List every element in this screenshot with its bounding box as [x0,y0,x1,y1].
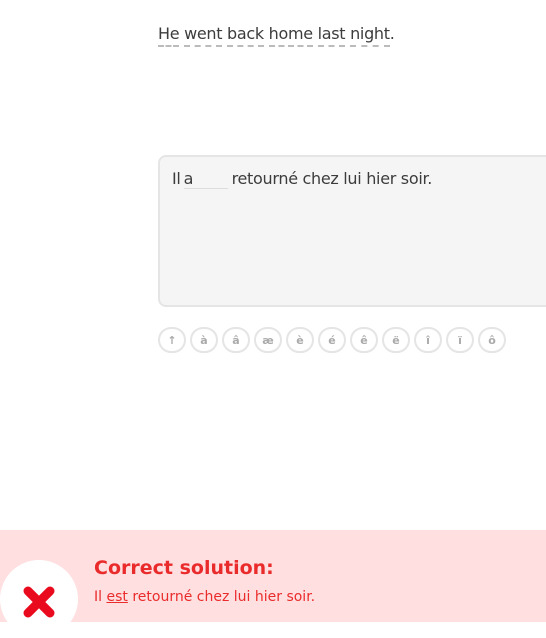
prompt-period: . [389,24,395,43]
prompt-word[interactable]: home [268,24,313,47]
feedback-title: Correct solution: [94,557,274,579]
shift-key[interactable]: ↑ [158,327,186,353]
prompt-word[interactable]: He [158,24,180,47]
char-key[interactable]: è [286,327,314,353]
answer-sentence: Il a retourné chez lui hier soir. [172,169,432,189]
solution-end: retourné chez lui hier soir. [132,589,316,605]
correct-solution: Il est retourné chez lui hier soir. [94,589,315,605]
char-key[interactable]: é [318,327,346,353]
char-key[interactable]: ô [478,327,506,353]
solution-highlight: est [106,589,128,605]
char-key[interactable]: ë [382,327,410,353]
prompt-word[interactable]: night [350,24,390,47]
char-key[interactable]: à [190,327,218,353]
prompt-word[interactable]: last [317,24,346,47]
char-key[interactable]: ï [446,327,474,353]
char-key[interactable]: â [222,327,250,353]
feedback-footer: Correct solution: Il est retourné chez l… [0,530,546,638]
x-icon [23,586,55,618]
prompt-sentence: He went back home last night. [158,24,395,47]
sentence-end: retourné chez lui hier soir. [231,169,433,188]
prompt-word[interactable]: went [184,24,223,47]
sentence-start: Il [172,169,181,188]
solution-start: Il [94,589,103,605]
answer-box: Il a retourné chez lui hier soir. [158,155,546,307]
blank-input[interactable]: a [183,169,228,189]
char-key[interactable]: î [414,327,442,353]
prompt-word[interactable]: back [227,24,264,47]
special-character-keyboard: ↑ à â æ è é ê ë î ï ô [158,327,506,353]
char-key[interactable]: æ [254,327,282,353]
incorrect-badge [0,560,78,638]
char-key[interactable]: ê [350,327,378,353]
